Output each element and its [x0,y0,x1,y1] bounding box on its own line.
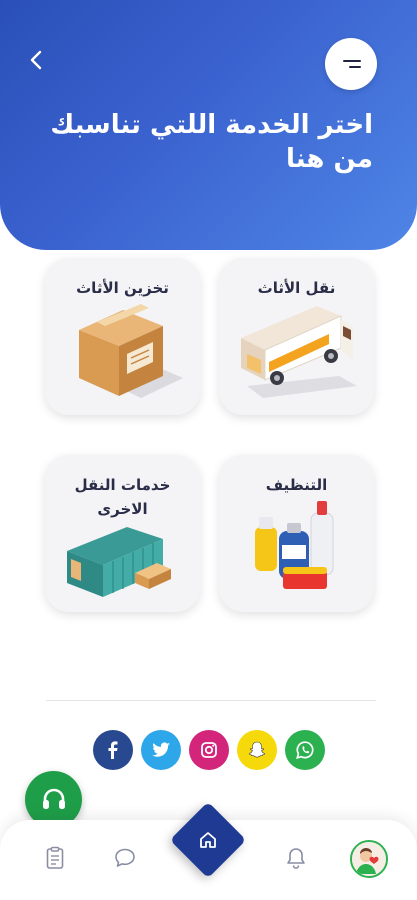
twitter-icon [152,742,170,757]
chat-nav-item[interactable] [110,843,140,873]
service-label: التنظيف [265,476,328,494]
home-icon [200,832,216,848]
notifications-nav-item[interactable] [281,843,311,873]
back-button[interactable] [22,46,50,74]
instagram-button[interactable] [189,730,229,770]
service-card-storage[interactable]: تخزين الأثاث [45,258,200,415]
headset-icon [42,788,65,809]
avatar-image [352,842,386,876]
whatsapp-icon [296,741,314,760]
clipboard-icon [46,846,64,869]
service-label: تخزين الأثاث [76,279,169,297]
snapchat-button[interactable] [237,730,277,770]
snapchat-icon [248,741,266,758]
profile-avatar[interactable] [350,840,388,878]
divider [46,700,376,701]
whatsapp-button[interactable] [285,730,325,770]
facebook-icon [108,741,118,759]
facebook-button[interactable] [93,730,133,770]
chat-bubble-icon [115,848,135,867]
orders-nav-item[interactable] [40,843,70,873]
page-title: اختر الخدمة اللتي تناسبك من هنا [50,110,373,174]
service-label: نقل الأثاث [257,279,336,297]
service-label: خدمات النقل الاخرى [74,476,171,518]
menu-button[interactable] [325,38,377,90]
header: اختر الخدمة اللتي تناسبك من هنا [0,0,417,250]
twitter-button[interactable] [141,730,181,770]
service-card-other-transport[interactable]: خدمات النقل الاخرى [45,455,200,612]
menu-icon [343,60,361,68]
bell-icon [287,848,305,869]
instagram-icon [201,742,217,758]
service-card-moving[interactable]: نقل الأثاث [219,258,374,415]
chevron-left-icon [30,50,42,70]
service-card-cleaning[interactable]: التنظيف [219,455,374,612]
